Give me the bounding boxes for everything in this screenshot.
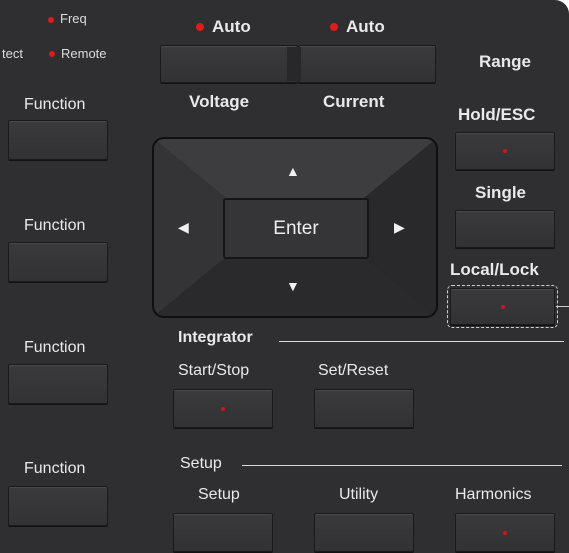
function-button-4[interactable] [8,486,108,526]
current-auto-led [330,23,338,31]
up-arrow-button[interactable]: ▲ [286,163,300,179]
set-reset-label: Set/Reset [318,362,389,379]
local-lock-label: Local/Lock [450,260,539,279]
local-lock-connector [556,306,569,307]
set-reset-button[interactable] [314,389,414,428]
setup-button[interactable] [173,513,273,552]
start-stop-led [221,406,225,411]
instrument-front-panel: Freq tect Remote Function Function Funct… [0,0,569,553]
left-arrow-button[interactable]: ◀ [178,219,189,236]
function-label-2: Function [24,217,86,234]
function-label-1: Function [24,96,86,113]
rocker-divider [287,47,301,81]
single-button[interactable] [455,210,555,248]
function-label-3: Function [24,339,86,356]
current-auto-label: Auto [346,17,385,36]
hold-esc-label: Hold/ESC [458,105,536,124]
local-lock-button[interactable] [447,285,558,328]
down-arrow-button[interactable]: ▼ [286,278,300,294]
start-stop-label: Start/Stop [178,362,250,379]
current-range-button[interactable] [298,45,436,83]
utility-label: Utility [339,486,379,503]
voltage-range-button[interactable] [160,45,298,83]
voltage-auto-label: Auto [212,17,251,36]
setup-rule [242,465,562,466]
protect-label: tect [2,46,23,61]
current-label: Current [323,92,385,111]
enter-button[interactable]: Enter [223,198,369,259]
harmonics-label: Harmonics [455,486,532,503]
integrator-label: Integrator [178,329,253,346]
single-label: Single [475,183,527,202]
integrator-rule [279,341,564,342]
freq-label: Freq [60,11,87,26]
range-label: Range [479,52,531,71]
freq-led [48,17,54,23]
voltage-auto-led [196,23,204,31]
function-button-1[interactable] [8,120,108,160]
remote-label: Remote [61,46,107,61]
hold-esc-led [503,149,507,153]
utility-button[interactable] [314,513,414,552]
voltage-label: Voltage [189,92,250,111]
harmonics-led [503,530,507,535]
setup-label: Setup [198,486,240,503]
function-button-3[interactable] [8,364,108,404]
navigation-pad: ▲ ▼ ◀ ▶ Enter [152,137,438,318]
harmonics-button[interactable] [455,513,555,552]
remote-led [49,51,55,57]
start-stop-button[interactable] [173,389,273,428]
function-button-2[interactable] [8,242,108,282]
local-lock-led [500,304,505,309]
right-arrow-button[interactable]: ▶ [394,219,405,236]
hold-esc-button[interactable] [455,132,555,170]
setup-group-label: Setup [180,455,222,472]
function-label-4: Function [24,460,86,477]
